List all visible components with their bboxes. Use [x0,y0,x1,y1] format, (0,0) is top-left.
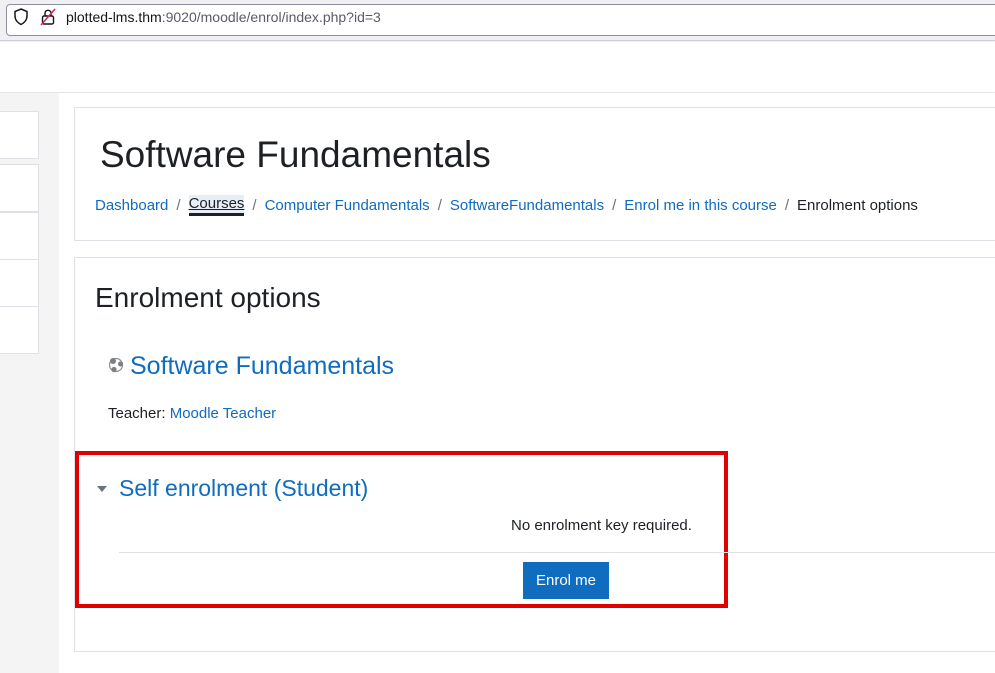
enrol-me-button[interactable]: Enrol me [523,562,609,599]
breadcrumb-enrol-me[interactable]: Enrol me in this course [624,197,777,214]
breadcrumb-current: Enrolment options [797,197,918,214]
teacher-link[interactable]: Moodle Teacher [170,405,276,422]
page-title: Software Fundamentals [100,134,491,175]
breadcrumb: Dashboard / Courses / Computer Fundament… [95,195,918,216]
self-enrolment-heading[interactable]: Self enrolment (Student) [119,475,368,502]
drawer-item[interactable] [0,306,39,354]
teacher-label: Teacher: [108,405,170,422]
drawer-item[interactable] [0,111,39,159]
teacher-line: Teacher: Moodle Teacher [108,405,276,422]
divider [119,552,995,553]
breadcrumb-separator: / [784,197,790,214]
course-name-link[interactable]: Software Fundamentals [130,352,394,381]
course-category-icon [108,357,124,373]
url-text[interactable]: plotted-lms.thm:9020/moodle/enrol/index.… [66,9,381,25]
insecure-lock-icon[interactable] [40,8,56,26]
caret-down-icon[interactable] [96,485,108,493]
shield-icon[interactable] [13,8,29,26]
breadcrumb-dashboard[interactable]: Dashboard [95,197,168,214]
breadcrumb-courses[interactable]: Courses [188,195,245,216]
breadcrumb-separator: / [252,197,257,214]
breadcrumb-separator: / [437,197,442,214]
browser-toolbar: plotted-lms.thm:9020/moodle/enrol/index.… [0,0,995,41]
course-index-drawer [0,93,59,673]
drawer-item[interactable] [0,259,39,307]
breadcrumb-software-fundamentals[interactable]: SoftwareFundamentals [450,197,604,214]
drawer-item[interactable] [0,212,39,260]
page-header: Software Fundamentals Dashboard / Course… [74,107,995,241]
breadcrumb-separator: / [612,197,617,214]
breadcrumb-computer-fundamentals[interactable]: Computer Fundamentals [265,197,430,214]
breadcrumb-separator: / [176,197,181,214]
section-title: Enrolment options [95,282,321,313]
drawer-item[interactable] [0,164,39,212]
top-navbar [0,42,995,92]
enrolment-key-note: No enrolment key required. [511,517,692,534]
